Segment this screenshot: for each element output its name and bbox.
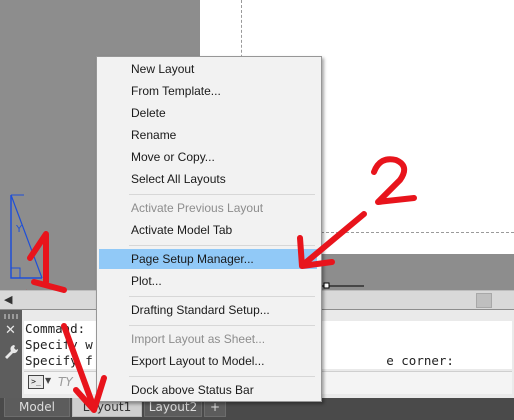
menu-separator [129,325,315,326]
layout-context-menu: New Layout From Template... Delete Renam… [96,56,322,402]
menu-item-drafting-standard-setup[interactable]: Drafting Standard Setup... [99,300,317,320]
menu-item-plot[interactable]: Plot... [99,271,317,291]
menu-item-from-template[interactable]: From Template... [99,81,317,101]
menu-item-rename[interactable]: Rename [99,125,317,145]
ucs-icon: Y [10,194,43,279]
chevron-down-icon[interactable]: ▼ [45,376,51,385]
menu-item-delete[interactable]: Delete [99,103,317,123]
drag-grip-icon[interactable] [4,314,18,319]
menu-separator [129,376,315,377]
menu-item-select-all-layouts[interactable]: Select All Layouts [99,169,317,189]
command-window-sidebar: ✕ [0,310,22,398]
cursor-crosshair [316,282,364,289]
menu-separator [129,194,315,195]
command-prompt-icon[interactable]: >_ [28,375,44,389]
svg-text:Y: Y [15,224,23,235]
close-icon[interactable]: ✕ [5,323,16,338]
menu-item-activate-previous-layout: Activate Previous Layout [131,201,264,215]
menu-item-import-layout-as-sheet: Import Layout as Sheet... [131,332,266,346]
menu-item-page-setup-manager[interactable]: Page Setup Manager... [99,249,317,269]
tab-model[interactable]: Model [4,398,70,417]
menu-item-new-layout[interactable]: New Layout [99,59,317,79]
scroll-left-icon[interactable]: ◀ [4,291,12,309]
menu-item-move-or-copy[interactable]: Move or Copy... [99,147,317,167]
menu-item-dock-above-status-bar[interactable]: Dock above Status Bar [99,380,317,400]
command-input-placeholder: TY [58,375,73,389]
wrench-icon[interactable] [4,344,18,360]
menu-separator [129,245,315,246]
scrollbar-thumb[interactable] [476,293,492,308]
menu-item-export-layout-to-model[interactable]: Export Layout to Model... [99,351,317,371]
menu-item-activate-model-tab[interactable]: Activate Model Tab [99,220,317,240]
menu-separator [129,296,315,297]
